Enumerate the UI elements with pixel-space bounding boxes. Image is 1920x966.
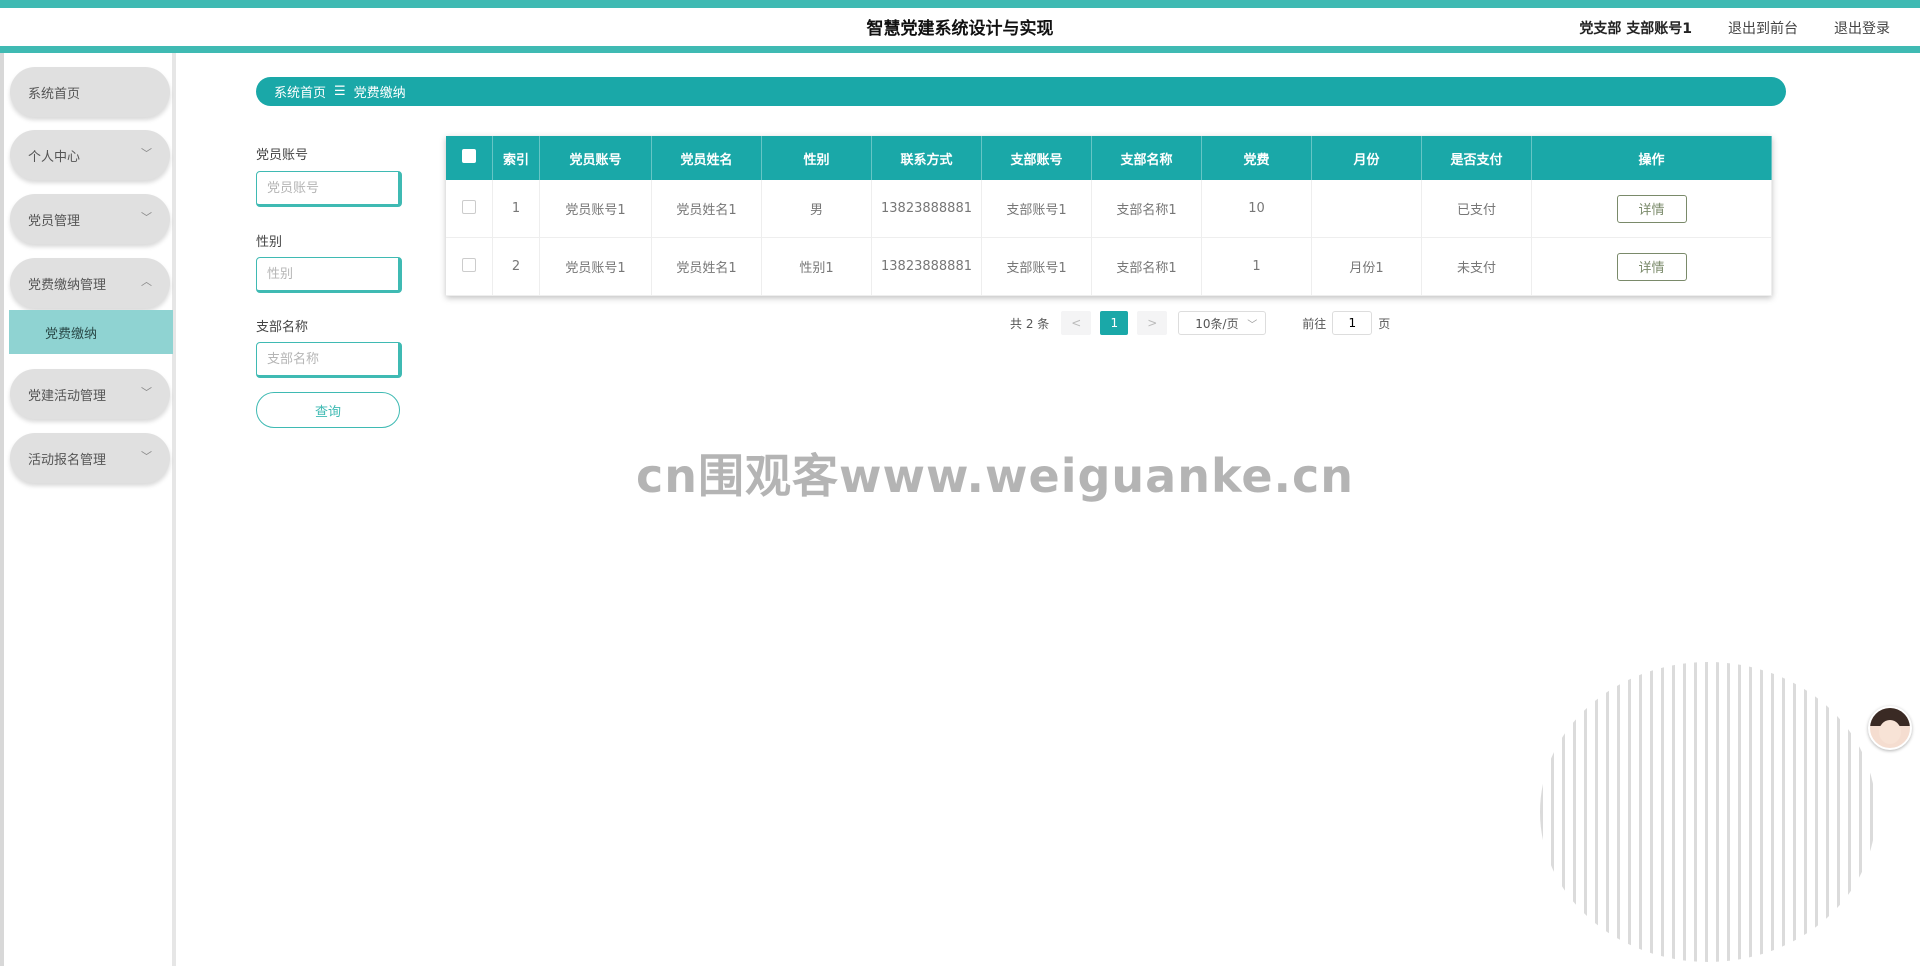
column-header: 党员账号 [539,136,652,180]
top-bar: 智慧党建系统设计与实现 党支部 支部账号1 退出到前台 退出登录 [0,0,1920,53]
watermark: cn围观客www.weiguanke.cn [636,449,1355,503]
table-cell: 党员姓名1 [651,180,762,238]
table-header-row: 索引 党员账号 党员姓名 性别 联系方式 支部账号 支部名称 党费 月份 是否支… [446,136,1772,180]
decorative-striped-circle [1540,662,1876,962]
sidebar-item-registration-management[interactable]: 活动报名管理 ﹀ [10,433,170,483]
branch-name-label: 支部名称 [256,320,309,335]
sidebar-item-label: 系统首页 [28,86,81,102]
sidebar-item-home[interactable]: 系统首页 [10,67,170,117]
column-header: 性别 [761,136,872,180]
select-all-checkbox[interactable] [462,149,476,163]
total-count: 共 2 条 [1010,316,1050,331]
sidebar: 系统首页 个人中心 ﹀ 党员管理 ﹀ 党费缴纳管理 ︿ 党费缴纳 党建活动管理 … [4,53,176,966]
column-header: 党费 [1201,136,1312,180]
table-cell: 1 [492,180,540,238]
goto-suffix: 页 [1378,316,1391,331]
page-jump: 前往 页 [1302,311,1390,335]
next-page-button[interactable]: > [1137,311,1168,335]
chevron-down-icon: ﹀ [141,386,152,399]
query-button[interactable]: 查询 [256,392,400,428]
exit-to-front-link[interactable]: 退出到前台 [1728,18,1798,38]
page-number-button[interactable]: 1 [1100,311,1129,335]
sidebar-item-label: 活动报名管理 [28,452,107,468]
table-cell: 党员账号1 [539,180,652,238]
gender-input[interactable] [256,257,402,293]
column-header: 索引 [492,136,540,180]
row-select-cell[interactable] [446,180,493,238]
goto-prefix: 前往 [1302,316,1327,331]
actions-cell: 详情 [1531,180,1772,238]
actions-cell: 详情 [1531,237,1772,296]
sidebar-item-personal-center[interactable]: 个人中心 ﹀ [10,130,170,180]
member-account-input[interactable] [256,171,402,207]
table-cell: 性别1 [761,237,872,296]
table-cell: 党员姓名1 [651,237,762,296]
branch-name-input[interactable] [256,342,402,378]
table-cell [1311,180,1422,238]
goto-page-input[interactable] [1332,311,1373,335]
pagination: 共 2 条 < 1 > 10条/页 ﹀ 前往 页 [1010,311,1390,335]
table-cell: 13823888881 [871,180,982,238]
table-cell: 支部名称1 [1091,237,1202,296]
sidebar-item-activity-management[interactable]: 党建活动管理 ﹀ [10,369,170,419]
table-cell: 党员账号1 [539,237,652,296]
prev-page-button[interactable]: < [1061,311,1092,335]
dues-table: 索引 党员账号 党员姓名 性别 联系方式 支部账号 支部名称 党费 月份 是否支… [446,136,1772,296]
page-size-select[interactable]: 10条/页 ﹀ [1178,311,1267,335]
column-header: 是否支付 [1421,136,1532,180]
logout-link[interactable]: 退出登录 [1834,18,1890,38]
header-actions: 党支部 支部账号1 退出到前台 退出登录 [1579,18,1890,38]
table-cell: 支部名称1 [1091,180,1202,238]
select-all-header[interactable] [446,136,493,180]
current-user: 党支部 支部账号1 [1579,21,1692,37]
column-header: 操作 [1531,136,1772,180]
row-select-cell[interactable] [446,237,493,296]
page-size-value: 10条/页 [1195,316,1239,331]
row-checkbox[interactable] [462,199,476,214]
chevron-down-icon: ﹀ [141,147,152,160]
table-cell: 已支付 [1421,180,1532,238]
sidebar-subitem-dues-payment[interactable]: 党费缴纳 [9,310,173,354]
chevron-down-icon: ﹀ [141,450,152,463]
table-cell: 月份1 [1311,237,1422,296]
chevron-down-icon: ﹀ [1247,319,1258,331]
avatar-face [1879,720,1901,744]
table-cell: 1 [1201,237,1312,296]
detail-button[interactable]: 详情 [1616,194,1687,223]
breadcrumb: 系统首页 ☰ 党费缴纳 [256,77,1786,106]
table-cell: 未支付 [1421,237,1532,296]
sidebar-item-label: 党建活动管理 [28,388,107,404]
sidebar-item-label: 党费缴纳 [45,326,98,342]
breadcrumb-separator-icon: ☰ [334,84,346,99]
table-row: 1 党员账号1 党员姓名1 男 13823888881 支部账号1 支部名称1 … [446,180,1772,238]
assistant-avatar-icon[interactable] [1868,706,1912,750]
column-header: 支部账号 [981,136,1092,180]
sidebar-item-member-management[interactable]: 党员管理 ﹀ [10,194,170,244]
table-cell: 支部账号1 [981,180,1092,238]
table-cell: 支部账号1 [981,237,1092,296]
member-account-label: 党员账号 [256,148,309,163]
table-cell: 13823888881 [871,237,982,296]
table-cell: 10 [1201,180,1312,238]
detail-button[interactable]: 详情 [1616,252,1687,281]
breadcrumb-current: 党费缴纳 [353,86,406,101]
column-header: 联系方式 [871,136,982,180]
breadcrumb-home[interactable]: 系统首页 [274,82,326,101]
gender-label: 性别 [256,235,283,250]
table-cell: 2 [492,237,540,296]
row-checkbox[interactable] [462,257,476,272]
column-header: 党员姓名 [651,136,762,180]
sidebar-item-label: 个人中心 [28,149,81,165]
sidebar-item-label: 党员管理 [28,213,81,229]
sidebar-item-label: 党费缴纳管理 [28,277,107,293]
chevron-up-icon: ︿ [141,275,152,288]
sidebar-item-dues-management[interactable]: 党费缴纳管理 ︿ [10,258,170,308]
table-row: 2 党员账号1 党员姓名1 性别1 13823888881 支部账号1 支部名称… [446,237,1772,296]
column-header: 支部名称 [1091,136,1202,180]
column-header: 月份 [1311,136,1422,180]
table-cell: 男 [761,180,872,238]
chevron-down-icon: ﹀ [141,211,152,224]
